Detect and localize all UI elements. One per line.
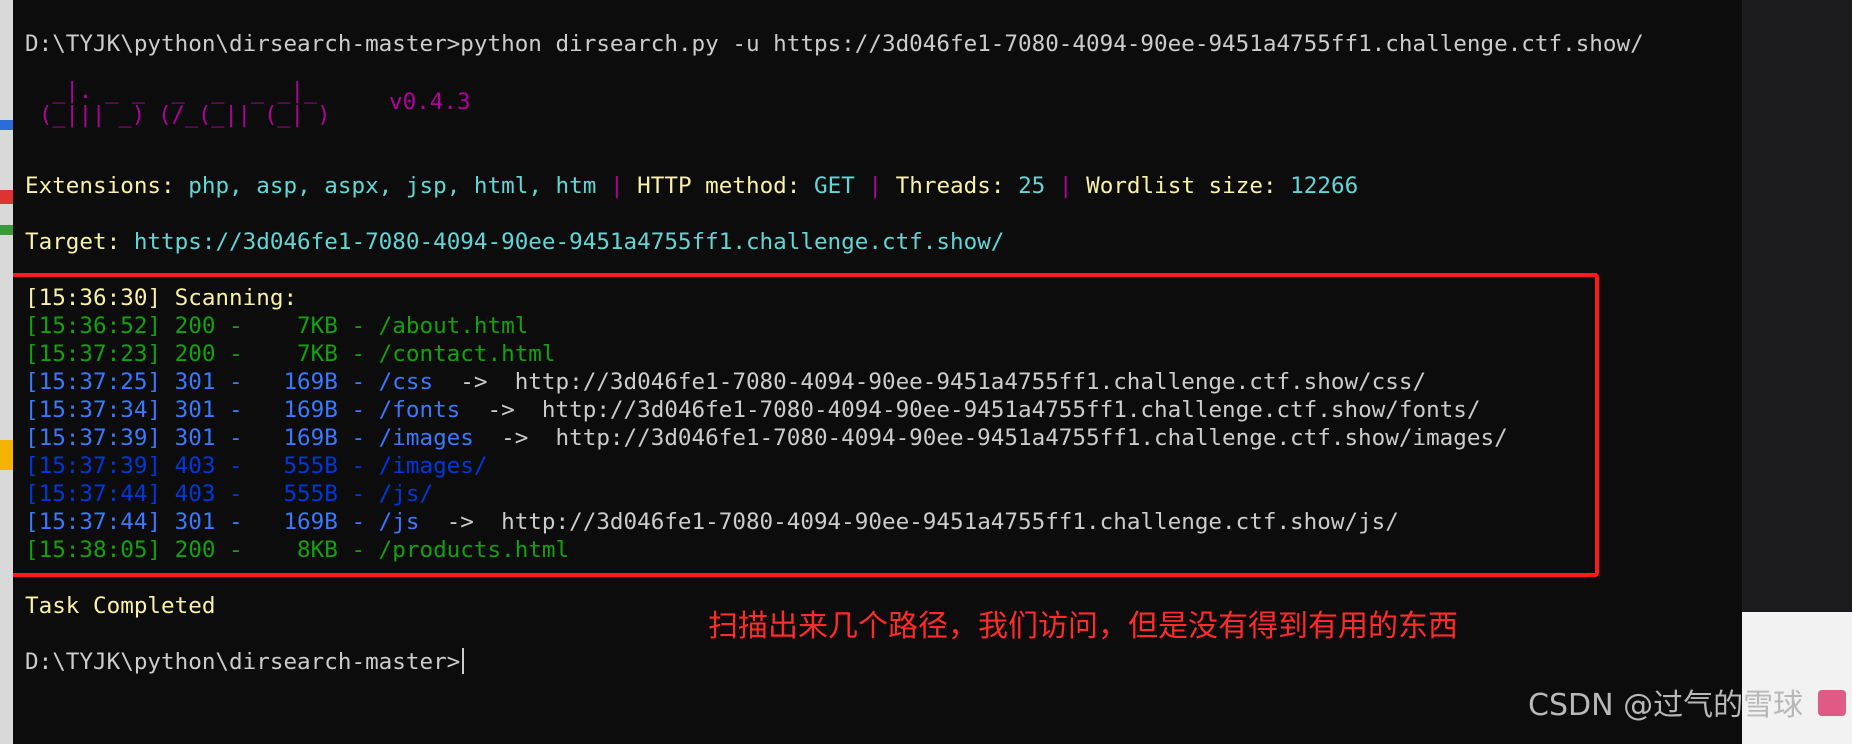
result-row: [15:37:34] 301 - 169B - /fonts -> http:/… [25, 397, 1481, 423]
banner-line-1: _|. _ _ _ _ _ _|_ [39, 79, 318, 104]
version-label: v0.4.3 [389, 89, 471, 115]
dirsearch-banner: _|. _ _ _ _ _ _|_ (_||| _) (/_(_|| (_| ) [39, 80, 330, 128]
prompt-line[interactable]: D:\TYJK\python\dirsearch-master> [25, 648, 465, 676]
terminal-window[interactable]: D:\TYJK\python\dirsearch-master>python d… [13, 0, 1742, 744]
annotation-note: 扫描出来几个路径，我们访问，但是没有得到有用的东西 [708, 609, 1458, 644]
desktop-icon-fragment [0, 120, 13, 130]
desktop-left-edge [0, 0, 13, 744]
command-line: D:\TYJK\python\dirsearch-master>python d… [25, 31, 1644, 57]
desktop-icon-fragment [0, 190, 13, 204]
csdn-watermark: CSDN @过气的雪球 [1528, 688, 1804, 723]
desktop-right-edge [1742, 0, 1852, 744]
result-row: [15:36:52] 200 - 7KB - /about.html [25, 313, 529, 339]
result-row: [15:37:39] 403 - 555B - /images/ [25, 453, 488, 479]
result-row: [15:37:39] 301 - 169B - /images -> http:… [25, 425, 1508, 451]
banner-line-2: (_||| _) (/_(_|| (_| ) [39, 103, 331, 128]
desktop-icon-fragment [0, 225, 13, 235]
result-row: [15:37:25] 301 - 169B - /css -> http://3… [25, 369, 1427, 395]
cursor-caret [462, 648, 465, 674]
result-row: [15:37:23] 200 - 7KB - /contact.html [25, 341, 556, 367]
task-completed-line: Task Completed [25, 593, 216, 619]
target-line: Target: https://3d046fe1-7080-4094-90ee-… [25, 229, 1005, 255]
config-line: Extensions: php, asp, aspx, jsp, html, h… [25, 173, 1359, 199]
background-window-edge [1742, 0, 1852, 612]
result-row: [15:38:05] 200 - 8KB - /products.html [25, 537, 570, 563]
scanning-line: [15:36:30] Scanning: [25, 285, 298, 311]
desktop-icon-fragment [0, 440, 13, 470]
result-row: [15:37:44] 301 - 169B - /js -> http://3d… [25, 509, 1399, 535]
background-window-bottom [1742, 612, 1852, 744]
result-row: [15:37:44] 403 - 555B - /js/ [25, 481, 434, 507]
floating-app-icon [1818, 690, 1846, 716]
